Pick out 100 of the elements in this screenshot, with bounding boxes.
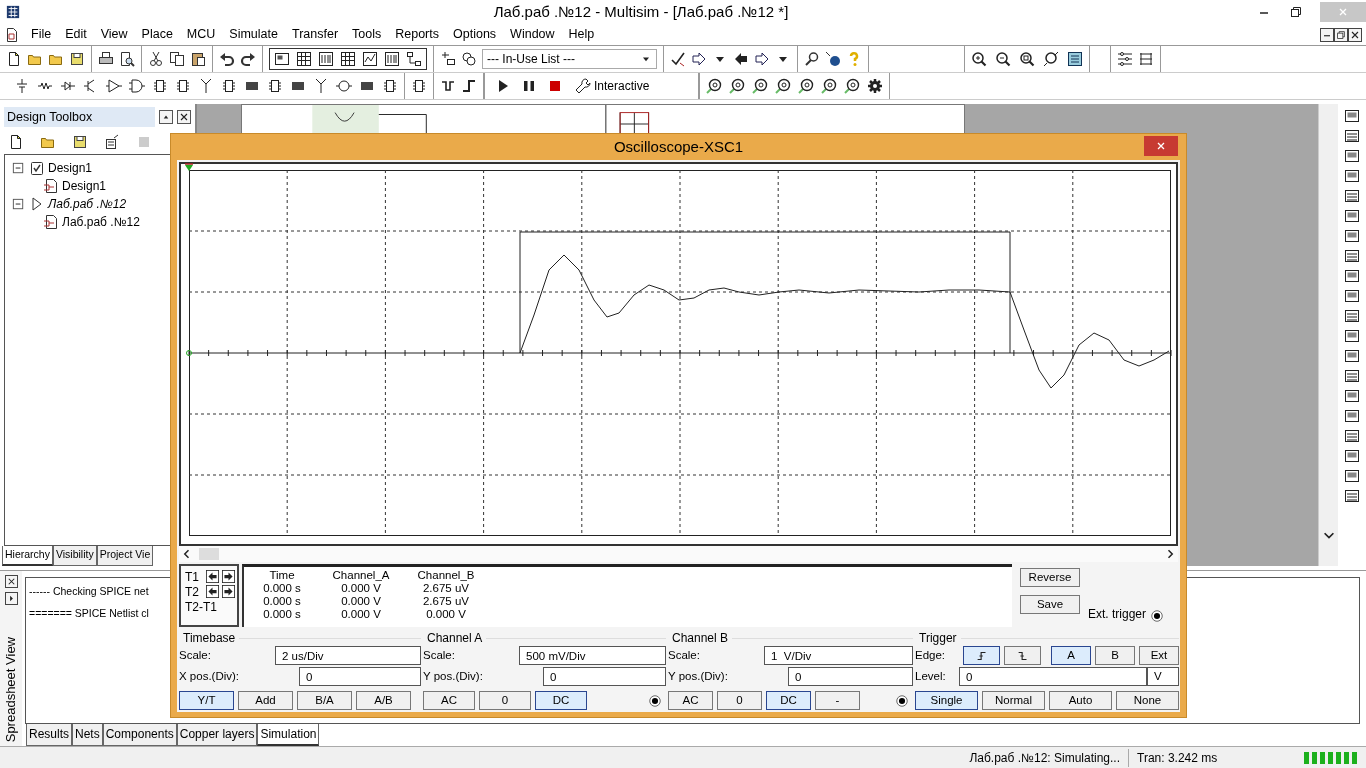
save-icon[interactable] — [69, 51, 85, 67]
panel-icon[interactable] — [318, 51, 334, 67]
close-icon[interactable] — [4, 575, 18, 588]
menu-item[interactable]: Place — [134, 25, 180, 44]
menu-item[interactable]: Options — [446, 25, 504, 44]
panel-tab[interactable]: Nets — [72, 724, 103, 746]
step-icon[interactable] — [461, 78, 477, 94]
stop-icon[interactable] — [547, 78, 563, 94]
close-icon[interactable] — [1348, 27, 1362, 42]
mode-button[interactable]: AC — [423, 691, 475, 710]
mode-button[interactable]: AC — [668, 691, 713, 710]
new-file-icon[interactable] — [6, 51, 22, 67]
chip-icon[interactable] — [267, 78, 283, 94]
tree-item[interactable]: Лаб.раб .№12 — [48, 195, 127, 213]
close-icon[interactable] — [177, 110, 191, 124]
instrument-icon[interactable] — [1344, 128, 1360, 144]
panel-tab[interactable]: Components — [102, 724, 177, 746]
menu-item[interactable]: Transfer — [284, 25, 346, 44]
zoom-fit-icon[interactable] — [1019, 51, 1035, 67]
instrument-icon[interactable] — [1344, 188, 1360, 204]
position-field[interactable]: 0 — [788, 667, 913, 686]
action-button[interactable]: Save — [1020, 595, 1080, 614]
pin-icon[interactable] — [159, 110, 173, 124]
zoom-in-icon[interactable] — [971, 51, 987, 67]
source-icon[interactable] — [14, 78, 30, 94]
cut-icon[interactable] — [148, 51, 164, 67]
settings-icon[interactable] — [867, 78, 883, 94]
instrument-icon[interactable] — [1344, 268, 1360, 284]
source-button[interactable]: A — [1051, 646, 1091, 665]
graph-icon[interactable] — [362, 51, 378, 67]
amplifier-icon[interactable] — [106, 78, 122, 94]
undo-icon[interactable] — [219, 51, 235, 67]
meter-icon[interactable] — [844, 78, 860, 94]
redo-icon[interactable] — [240, 51, 256, 67]
new-file-icon[interactable] — [8, 134, 24, 150]
left-arrow-icon[interactable] — [206, 570, 219, 583]
panel-tab[interactable]: Project Vie — [96, 546, 154, 566]
bus-icon[interactable] — [440, 78, 456, 94]
instrument-icon[interactable] — [1344, 408, 1360, 424]
mode-button[interactable]: DC — [535, 691, 587, 710]
meter-icon[interactable] — [798, 78, 814, 94]
position-field[interactable]: 0 — [299, 667, 421, 686]
panel-tab[interactable]: Copper layers — [176, 724, 258, 746]
action-button[interactable]: Reverse — [1020, 568, 1080, 587]
horizontal-scrollbar[interactable] — [179, 546, 1178, 562]
instrument-icon[interactable] — [1344, 208, 1360, 224]
mode-button[interactable]: Auto — [1049, 691, 1112, 710]
antenna-icon[interactable] — [198, 78, 214, 94]
panel-tab[interactable]: Simulation — [257, 724, 320, 746]
instrument-icon[interactable] — [1344, 428, 1360, 444]
mode-button[interactable]: 0 — [717, 691, 762, 710]
collapse-icon[interactable] — [11, 160, 26, 176]
rising-edge-button[interactable] — [963, 646, 1000, 665]
print-preview-icon[interactable] — [119, 51, 135, 67]
scroll-thumb[interactable] — [199, 548, 219, 560]
window-icon[interactable] — [274, 51, 290, 67]
instrument-icon[interactable] — [1344, 348, 1360, 364]
chip-icon[interactable] — [411, 78, 427, 94]
menu-item[interactable]: MCU — [179, 25, 223, 44]
component-swap-icon[interactable] — [461, 51, 477, 67]
chip-icon[interactable] — [175, 78, 191, 94]
meter-icon[interactable] — [729, 78, 745, 94]
mode-button[interactable]: 0 — [479, 691, 531, 710]
list-icon[interactable] — [1138, 51, 1154, 67]
mode-button[interactable]: Normal — [982, 691, 1045, 710]
globe-icon[interactable] — [825, 51, 841, 67]
terminal-icon[interactable] — [1150, 609, 1165, 623]
mode-button[interactable]: B/A — [297, 691, 352, 710]
document-icon[interactable] — [4, 26, 20, 43]
instrument-icon[interactable] — [1344, 108, 1360, 124]
instrument-icon[interactable] — [1344, 368, 1360, 384]
layers-icon[interactable] — [1117, 51, 1133, 67]
restore-icon[interactable] — [1334, 27, 1348, 42]
printer-icon[interactable] — [98, 51, 114, 67]
vertical-scrollbar[interactable] — [1318, 104, 1338, 566]
scale-field[interactable]: 2 us/Div — [275, 646, 421, 665]
terminal-icon[interactable] — [648, 693, 662, 708]
mode-button[interactable]: Y/T — [179, 691, 234, 710]
falling-edge-button[interactable] — [1004, 646, 1041, 665]
position-field[interactable]: 0 — [543, 667, 666, 686]
instrument-icon[interactable] — [1344, 228, 1360, 244]
mode-button[interactable]: A/B — [356, 691, 411, 710]
source-button[interactable]: B — [1095, 646, 1135, 665]
motor-icon[interactable] — [336, 78, 352, 94]
meter-icon[interactable] — [706, 78, 722, 94]
instrument-icon[interactable] — [1344, 328, 1360, 344]
expand-icon[interactable] — [4, 592, 18, 605]
restore-icon[interactable] — [1288, 4, 1304, 20]
right-arrow-icon[interactable] — [222, 585, 235, 598]
meter-icon[interactable] — [775, 78, 791, 94]
instrument-icon[interactable] — [1344, 308, 1360, 324]
mode-button[interactable]: None — [1116, 691, 1179, 710]
paste-icon[interactable] — [190, 51, 206, 67]
instrument-icon[interactable] — [1344, 388, 1360, 404]
terminal-icon[interactable] — [895, 693, 909, 708]
mode-button[interactable]: Single — [915, 691, 978, 710]
interactive-button[interactable]: Interactive — [573, 77, 652, 95]
grid-icon[interactable] — [296, 51, 312, 67]
logic-gate-icon[interactable] — [129, 78, 145, 94]
diode-icon[interactable] — [60, 78, 76, 94]
